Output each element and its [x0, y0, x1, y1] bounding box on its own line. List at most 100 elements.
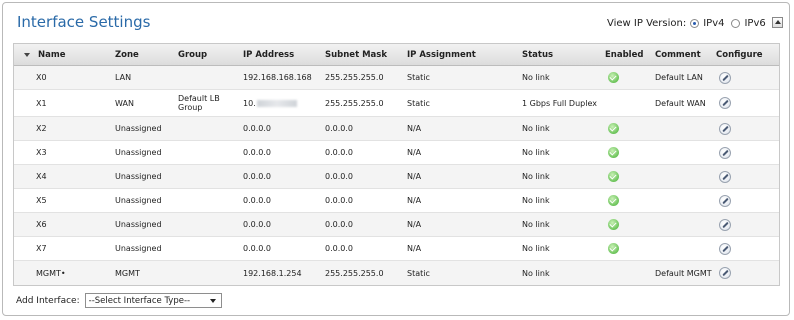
ip-address-cell: 0.0.0.0	[243, 172, 271, 181]
sort-down-icon[interactable]	[24, 53, 30, 57]
subnet-mask-cell: 255.255.255.0	[325, 98, 384, 108]
ip-version-selector: View IP Version: IPv4 IPv6	[607, 18, 766, 29]
table-row: X6 Unassigned 0.0.0.0 0.0.0.0 N/A No lin…	[14, 213, 779, 237]
group-text: Default LB Group	[178, 94, 220, 112]
pencil-edit-icon[interactable]	[719, 267, 731, 279]
zone-cell: WAN	[115, 98, 134, 108]
collapse-up-icon[interactable]	[772, 17, 783, 28]
check-circle-icon	[608, 123, 619, 134]
status-cell: No link	[522, 244, 550, 253]
ip-assignment-cell: N/A	[407, 244, 422, 253]
subnet-mask-cell: 0.0.0.0	[325, 196, 353, 205]
configure-cell	[716, 141, 731, 164]
column-header-ip-address[interactable]: IP Address	[243, 44, 294, 65]
ip-assignment-cell: Static	[407, 268, 430, 278]
interface-type-select[interactable]: --Select Interface Type--	[84, 293, 222, 308]
ip-address-text: 10.	[243, 98, 256, 108]
check-circle-icon	[608, 195, 619, 206]
zone-cell: Unassigned	[115, 124, 162, 133]
column-header-comment[interactable]: Comment	[655, 44, 701, 65]
subnet-mask-cell: 0.0.0.0	[325, 148, 353, 157]
pencil-edit-icon[interactable]	[719, 242, 731, 255]
comment-cell: Default WAN	[655, 98, 706, 108]
check-circle-icon	[608, 171, 619, 182]
ip-assignment-cell: N/A	[407, 124, 422, 133]
check-circle-icon	[608, 219, 619, 230]
ip-address-cell: 192.168.1.254	[243, 268, 302, 278]
zone-cell: Unassigned	[115, 172, 162, 181]
interfaces-table: Name Zone Group IP Address Subnet Mask I…	[13, 43, 780, 286]
zone-cell: Unassigned	[115, 244, 162, 253]
page-title: Interface Settings	[17, 13, 151, 31]
subnet-mask-cell: 0.0.0.0	[325, 124, 353, 133]
column-header-name[interactable]: Name	[38, 44, 65, 65]
column-header-zone[interactable]: Zone	[115, 44, 139, 65]
status-cell: No link	[522, 172, 550, 181]
status-cell: 1 Gbps Full Duplex	[522, 98, 597, 108]
interface-name: MGMT•	[36, 268, 66, 278]
status-cell: No link	[522, 268, 550, 278]
enabled-cell	[605, 213, 619, 236]
ip-address-cell: 0.0.0.0	[243, 244, 271, 253]
check-circle-icon	[608, 243, 619, 254]
configure-cell	[716, 261, 731, 285]
status-cell: No link	[522, 73, 550, 82]
ip-address-cell: 10.	[243, 90, 297, 116]
subnet-mask-cell: 255.255.255.0	[325, 268, 384, 278]
subnet-mask-cell: 255.255.255.0	[325, 73, 384, 82]
status-cell: No link	[522, 124, 550, 133]
configure-cell	[716, 213, 731, 236]
ipv6-label[interactable]: IPv6	[744, 18, 765, 29]
ip-assignment-cell: Static	[407, 73, 430, 82]
configure-cell	[716, 237, 731, 260]
ip-address-cell: 0.0.0.0	[243, 124, 271, 133]
ipv4-label[interactable]: IPv4	[703, 18, 724, 29]
redacted-ip	[256, 99, 297, 107]
interface-name: X3	[36, 148, 47, 157]
pencil-edit-icon[interactable]	[719, 194, 731, 207]
status-cell: No link	[522, 148, 550, 157]
comment-cell: Default MGMT	[655, 268, 712, 278]
enabled-cell	[605, 165, 619, 188]
configure-cell	[716, 90, 731, 116]
ipv4-radio[interactable]	[690, 19, 700, 28]
column-header-configure: Configure	[716, 49, 763, 60]
column-header-status[interactable]: Status	[522, 44, 553, 65]
pencil-edit-icon[interactable]	[719, 170, 731, 183]
comment-cell: Default LAN	[655, 73, 703, 82]
ip-assignment-cell: N/A	[407, 172, 422, 181]
pencil-edit-icon[interactable]	[719, 71, 731, 84]
configure-cell	[716, 66, 731, 89]
add-interface-row: Add Interface: --Select Interface Type--	[16, 293, 222, 308]
status-cell: No link	[522, 220, 550, 229]
configure-cell	[716, 117, 731, 140]
pencil-edit-icon[interactable]	[719, 218, 731, 231]
subnet-mask-cell: 0.0.0.0	[325, 172, 353, 181]
interface-name: X7	[36, 244, 47, 253]
column-header-subnet-mask[interactable]: Subnet Mask	[325, 44, 387, 65]
column-header-group[interactable]: Group	[178, 44, 207, 65]
zone-cell: Unassigned	[115, 148, 162, 157]
pencil-edit-icon[interactable]	[719, 122, 731, 135]
status-cell: No link	[522, 196, 550, 205]
table-row: X2 Unassigned 0.0.0.0 0.0.0.0 N/A No lin…	[14, 117, 779, 141]
column-header-enabled[interactable]: Enabled	[605, 44, 643, 65]
configure-cell	[716, 189, 731, 212]
check-circle-icon	[608, 147, 619, 158]
subnet-mask-cell: 0.0.0.0	[325, 220, 353, 229]
ipv6-radio[interactable]	[731, 19, 741, 28]
ip-assignment-cell: N/A	[407, 148, 422, 157]
zone-cell: LAN	[115, 73, 132, 82]
table-row: MGMT• MGMT 192.168.1.254 255.255.255.0 S…	[14, 261, 779, 285]
add-interface-label: Add Interface:	[16, 295, 80, 306]
table-row: X4 Unassigned 0.0.0.0 0.0.0.0 N/A No lin…	[14, 165, 779, 189]
enabled-cell	[605, 141, 619, 164]
ip-address-cell: 192.168.168.168	[243, 73, 312, 82]
ip-assignment-cell: N/A	[407, 220, 422, 229]
table-row: X7 Unassigned 0.0.0.0 0.0.0.0 N/A No lin…	[14, 237, 779, 261]
pencil-edit-icon[interactable]	[719, 97, 731, 109]
pencil-edit-icon[interactable]	[719, 146, 731, 159]
subnet-mask-cell: 0.0.0.0	[325, 244, 353, 253]
interface-name: X0	[36, 73, 47, 82]
column-header-ip-assignment[interactable]: IP Assignment	[407, 44, 476, 65]
